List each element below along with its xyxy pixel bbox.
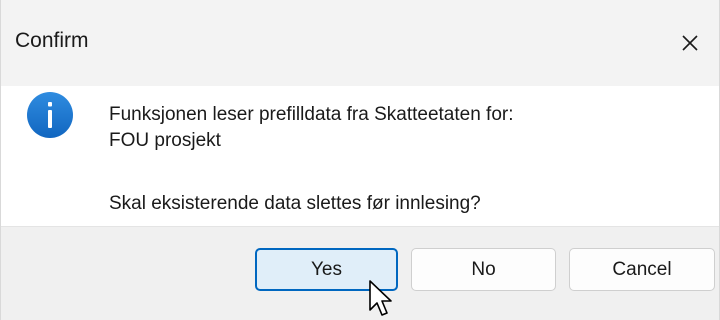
message-line-1: Funksjonen leser prefilldata fra Skattee… [109, 104, 514, 125]
question-text: Skal eksisterende data slettes før innle… [109, 193, 481, 214]
yes-button[interactable]: Yes [255, 248, 398, 291]
message-line-2: FOU prosjekt [109, 130, 221, 151]
dialog-content: Funksjonen leser prefilldata fra Skattee… [1, 86, 719, 226]
no-button[interactable]: No [411, 248, 556, 291]
button-bar: Yes No Cancel [1, 226, 719, 320]
cancel-button[interactable]: Cancel [569, 248, 715, 291]
confirm-dialog: Confirm Funksjonen leser prefilldata fra… [0, 0, 720, 320]
close-button[interactable] [661, 0, 719, 86]
window-title: Confirm [15, 29, 89, 52]
title-bar: Confirm [1, 0, 719, 86]
close-icon [682, 35, 698, 51]
info-icon [27, 92, 73, 138]
